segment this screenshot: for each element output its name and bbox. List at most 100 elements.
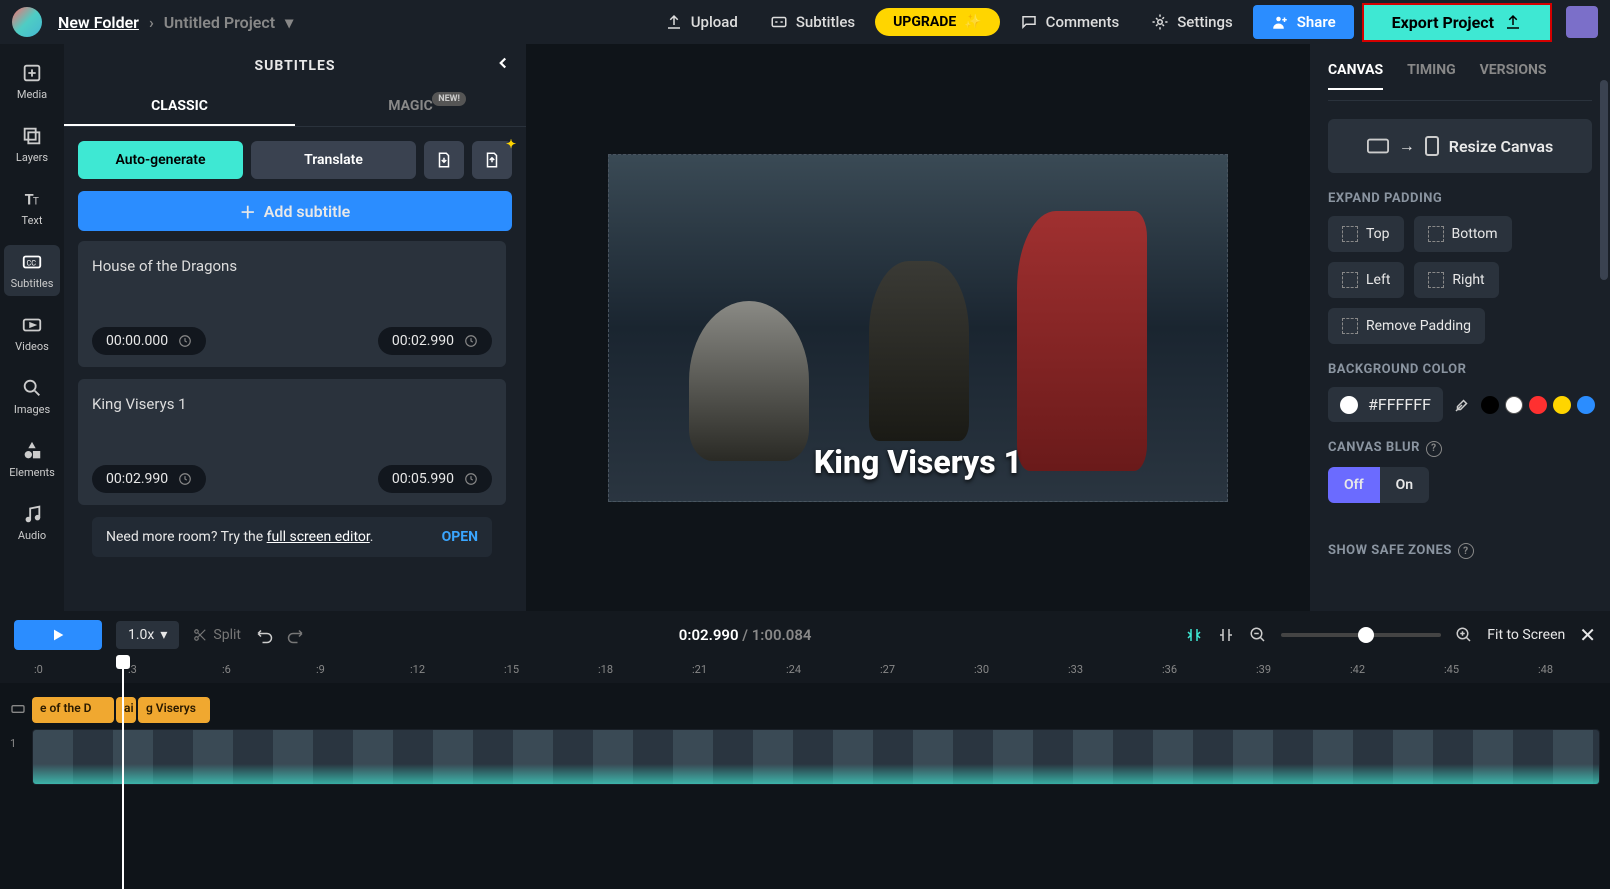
fit-to-screen-button[interactable]: Fit to Screen [1487,627,1565,643]
section-safe-zones: SHOW SAFE ZONES? [1328,543,1592,560]
timeline-ruler[interactable]: :0:3:6:9:12:15:18:21:24:27:30:33:36:39:4… [0,659,1610,683]
export-project-button[interactable]: Export Project [1362,3,1552,42]
redo-button[interactable] [287,626,305,644]
clock-icon [464,472,478,486]
zoom-in-icon [1455,626,1473,644]
panel-title: SUBTITLES [64,44,526,88]
ruler-tick: :18 [598,663,613,676]
logo[interactable] [12,7,42,37]
end-time-input[interactable]: 00:02.990 [378,327,492,355]
nav-media[interactable]: Media [4,56,60,107]
layers-icon [21,125,43,147]
tab-classic[interactable]: CLASSIC [64,88,295,126]
snap-button[interactable] [1185,626,1203,644]
end-time-input[interactable]: 00:05.990 [378,465,492,493]
open-fullscreen-button[interactable]: OPEN [442,529,478,545]
upload-button[interactable]: Upload [653,7,750,37]
ruler-tick: :0 [34,663,43,676]
subtitle-clip[interactable]: e of the D [32,697,114,723]
info-icon[interactable]: ? [1458,543,1474,559]
close-timeline-button[interactable]: ✕ [1579,623,1596,647]
collapse-panel-button[interactable] [494,54,512,72]
section-canvas-blur: CANVAS BLUR? [1328,440,1592,457]
pad-bottom-button[interactable]: Bottom [1414,216,1512,252]
export-subtitle-button[interactable]: ✦ [472,141,512,179]
subtitle-clip[interactable]: ai [116,697,136,723]
upgrade-button[interactable]: UPGRADE✨ [875,8,1000,36]
blur-on-button[interactable]: On [1380,467,1429,503]
dotted-square-icon [1342,272,1358,288]
subtitle-card[interactable]: House of the Dragons 00:00.000 00:02.990 [78,241,506,367]
nav-text[interactable]: TTText [4,182,60,233]
color-swatch[interactable] [1505,396,1523,414]
undo-button[interactable] [255,626,273,644]
zoom-out-button[interactable] [1249,626,1267,644]
add-subtitle-button[interactable]: ＋ Add subtitle [78,191,512,231]
file-up-icon [483,151,501,169]
subtitle-track[interactable]: e of the D ai g Viserys [32,697,210,723]
snap-icon [1185,626,1203,644]
subtitle-text[interactable]: King Viserys 1 [78,379,506,455]
pad-top-button[interactable]: Top [1328,216,1404,252]
breadcrumb-folder[interactable]: New Folder [58,13,139,32]
nav-subtitles[interactable]: CCSubtitles [4,245,60,296]
split-button[interactable]: Split [193,627,241,643]
tab-canvas[interactable]: CANVAS [1328,62,1383,90]
auto-generate-button[interactable]: Auto-generate [78,141,243,179]
new-badge: NEW! [432,92,466,106]
video-track[interactable] [32,729,1600,785]
section-bg-color: BACKGROUND COLOR [1328,362,1592,377]
subtitles-header-button[interactable]: Subtitles [758,7,867,37]
nav-images[interactable]: Images [4,371,60,422]
color-swatch[interactable] [1577,396,1595,414]
playhead[interactable] [122,659,124,889]
start-time-input[interactable]: 00:00.000 [92,327,206,355]
resize-canvas-button[interactable]: → Resize Canvas [1328,119,1592,173]
tab-versions[interactable]: VERSIONS [1480,62,1547,90]
nav-layers[interactable]: Layers [4,119,60,170]
settings-button[interactable]: Settings [1139,7,1245,37]
share-button[interactable]: Share [1253,5,1354,39]
subtitle-track-icon [10,701,26,717]
translate-button[interactable]: Translate [251,141,416,179]
pad-left-button[interactable]: Left [1328,262,1404,298]
zoom-thumb[interactable] [1358,627,1374,643]
scrollbar[interactable] [1600,80,1608,280]
subtitle-card[interactable]: King Viserys 1 00:02.990 00:05.990 [78,379,506,505]
shapes-icon [21,440,43,462]
svg-text:T: T [33,197,39,208]
trim-button[interactable] [1217,626,1235,644]
fullscreen-editor-link[interactable]: full screen editor [267,529,370,545]
video-preview[interactable]: King Viserys 1 [608,154,1228,502]
import-subtitle-button[interactable] [424,141,464,179]
pad-right-button[interactable]: Right [1414,262,1498,298]
zoom-in-button[interactable] [1455,626,1473,644]
color-swatch[interactable] [1553,396,1571,414]
zoom-slider[interactable] [1281,633,1441,637]
playback-speed[interactable]: 1.0x▾ [116,621,179,649]
timeline[interactable]: :0:3:6:9:12:15:18:21:24:27:30:33:36:39:4… [0,659,1610,889]
nav-elements[interactable]: Elements [4,434,60,485]
color-picker-button[interactable] [1453,393,1471,417]
current-color[interactable]: #FFFFFF [1328,387,1443,422]
info-icon[interactable]: ? [1426,441,1442,457]
svg-text:CC: CC [27,259,37,268]
comments-button[interactable]: Comments [1008,7,1132,37]
nav-videos[interactable]: Videos [4,308,60,359]
blur-off-button[interactable]: Off [1328,467,1380,503]
tab-timing[interactable]: TIMING [1407,62,1456,90]
subtitle-clip[interactable]: g Viserys [138,697,210,723]
play-button[interactable] [14,620,102,650]
color-swatch[interactable] [1481,396,1499,414]
chevron-down-icon[interactable]: ▾ [285,13,293,32]
ruler-tick: :21 [692,663,707,676]
user-avatar[interactable] [1566,6,1598,38]
breadcrumb-project[interactable]: Untitled Project [164,13,275,32]
color-swatch[interactable] [1529,396,1547,414]
subtitle-text[interactable]: House of the Dragons [78,241,506,317]
fullscreen-hint: Need more room? Try the full screen edit… [92,517,492,557]
remove-padding-button[interactable]: Remove Padding [1328,308,1485,344]
nav-audio[interactable]: Audio [4,497,60,548]
start-time-input[interactable]: 00:02.990 [92,465,206,493]
tab-magic[interactable]: MAGICNEW! [295,88,526,126]
